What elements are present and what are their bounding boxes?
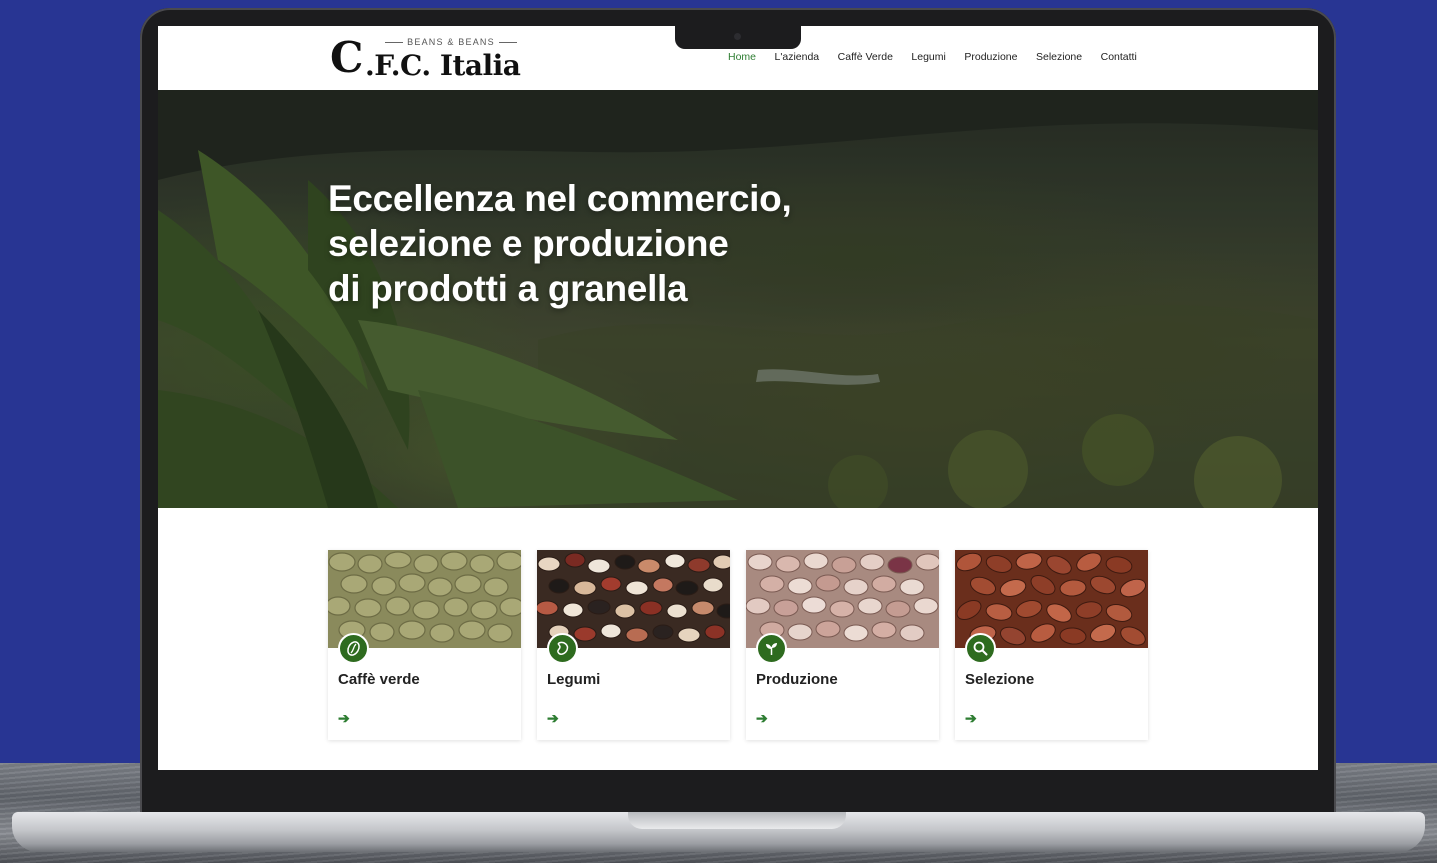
nav-item-selezione[interactable]: Selezione [1036,51,1082,63]
card-title: Produzione [756,671,838,688]
category-cards: Caffè verde ➔ Legumi ➔ Produzione ➔ Sele… [328,550,1148,740]
camera-icon [734,33,741,40]
card-legumi[interactable]: Legumi ➔ [537,550,730,740]
laptop-opening-notch [628,812,846,829]
arrow-right-icon[interactable]: ➔ [756,710,768,727]
card-title: Selezione [965,671,1035,688]
camera-notch [675,26,801,49]
laptop-screen: C BEANS & BEANS .F.C. Italia Home L'azie… [158,26,1318,770]
nav-item-contatti[interactable]: Contatti [1101,51,1137,63]
arrow-right-icon[interactable]: ➔ [547,710,559,727]
card-title: Caffè verde [338,671,420,688]
sprout-icon [756,633,787,664]
nav-item-produzione[interactable]: Produzione [964,51,1017,63]
brand-logo[interactable]: C BEANS & BEANS .F.C. Italia [330,34,530,84]
bean-icon [547,633,578,664]
hero-headline-line: Eccellenza nel commercio, [328,178,792,219]
main-nav: Home L'azienda Caffè Verde Legumi Produz… [728,51,1155,63]
arrow-right-icon[interactable]: ➔ [338,710,350,727]
hero-headline: Eccellenza nel commercio, selezione e pr… [328,176,792,311]
logo-wordmark: .F.C. Italia [365,49,521,82]
logo-tagline: BEANS & BEANS [380,37,522,47]
hero-headline-line: di prodotti a granella [328,268,688,309]
nav-item-legumi[interactable]: Legumi [911,51,945,63]
hero-headline-line: selezione e produzione [328,223,729,264]
card-caffe-verde[interactable]: Caffè verde ➔ [328,550,521,740]
card-selezione[interactable]: Selezione ➔ [955,550,1148,740]
arrow-right-icon[interactable]: ➔ [965,710,977,727]
coffee-bean-icon [338,633,369,664]
nav-item-caffe-verde[interactable]: Caffè Verde [838,51,893,63]
card-produzione[interactable]: Produzione ➔ [746,550,939,740]
search-icon [965,633,996,664]
nav-item-home[interactable]: Home [728,51,756,63]
nav-item-azienda[interactable]: L'azienda [775,51,820,63]
logo-initial: C [330,33,364,82]
card-title: Legumi [547,671,601,688]
hero-banner: Eccellenza nel commercio, selezione e pr… [158,90,1318,508]
